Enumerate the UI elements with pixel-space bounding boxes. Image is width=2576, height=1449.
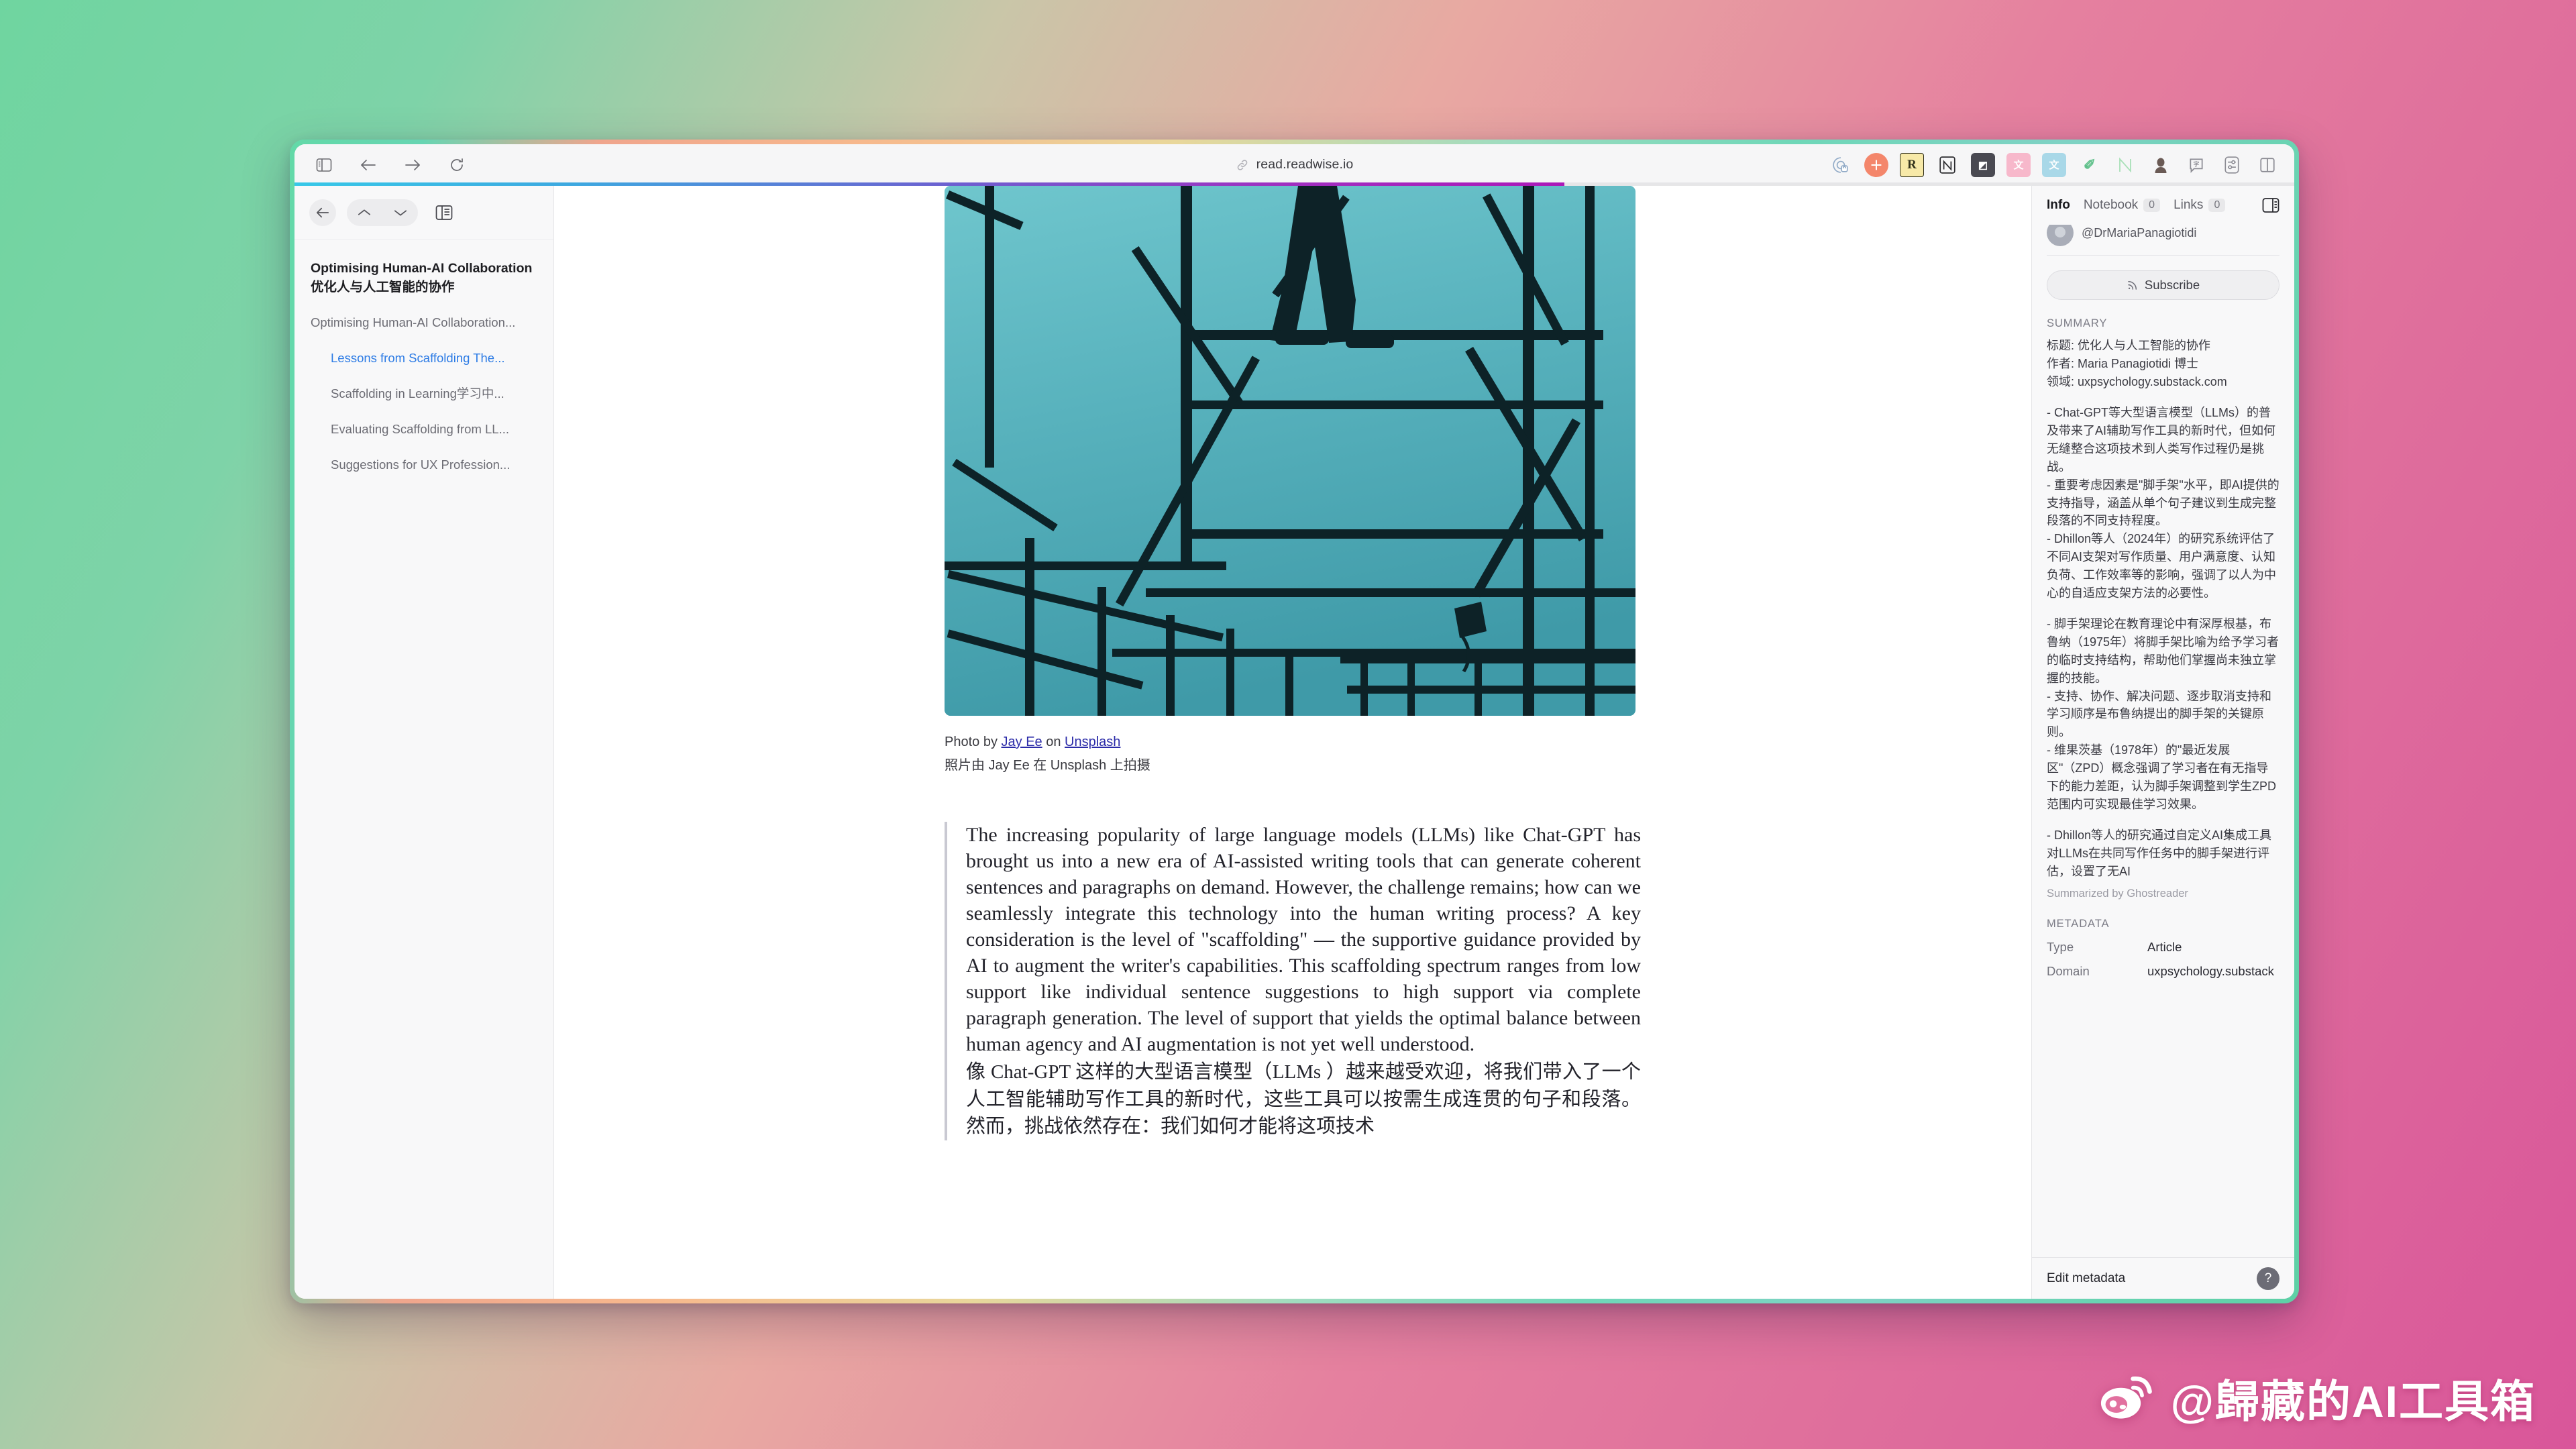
privacy-badger-icon[interactable] (1829, 153, 1853, 177)
sidebar-doc-title: Optimising Human-AI Collaboration 优化人与人工… (311, 260, 537, 297)
nimbus-extension-icon[interactable] (2113, 153, 2137, 177)
summary-section-label: SUMMARY (2047, 317, 2108, 329)
pink-translate-extension-icon[interactable]: 文 (2006, 152, 2031, 177)
url-text: read.readwise.io (1256, 157, 1354, 172)
tab-info-label: Info (2047, 198, 2070, 212)
weibo-logo-icon (2100, 1375, 2157, 1421)
image-caption: Photo by Jay Ee on Unsplash 照片由 Jay Ee 在… (945, 732, 1641, 776)
summary-paragraph-0: - Chat-GPT等大型语言模型（LLMs）的普及带来了AI辅助写作工具的新时… (2047, 406, 2279, 600)
caption-source-link[interactable]: Unsplash (1065, 735, 1120, 749)
caption-author-link[interactable]: Jay Ee (1002, 735, 1042, 749)
document-sidebar: Optimising Human-AI Collaboration 优化人与人工… (294, 186, 554, 1299)
toc-item-2[interactable]: Scaffolding in Learning学习中... (311, 385, 537, 402)
sidebar-doc-title-en: Optimising Human-AI Collaboration (311, 261, 533, 276)
profile-avatar-icon[interactable] (2149, 153, 2173, 177)
svg-text:字: 字 (2194, 160, 2200, 167)
table-of-contents: Optimising Human-AI Collaboration 优化人与人工… (294, 239, 553, 492)
orange-plus-extension-icon[interactable] (1864, 152, 1888, 177)
browser-window-inner: read.readwise.io R ◩ 文 文 ✐ 字 Optimising … (294, 144, 2294, 1299)
tab-notebook-label: Notebook (2083, 198, 2139, 212)
metadata-rows: Type Article Domain uxpsychology.substac… (2047, 940, 2279, 979)
tab-info[interactable]: Info (2047, 198, 2070, 213)
metadata-row-type: Type Article (2047, 940, 2279, 955)
sidebar-prev-next-buttons[interactable] (347, 199, 418, 226)
next-chevron-icon[interactable] (394, 208, 407, 217)
author-handle: @DrMariaPanagiotidi (2082, 225, 2197, 239)
info-panel-scroll[interactable]: @DrMariaPanagiotidi Subscribe SUMMARY 标题… (2032, 225, 2294, 1299)
settings-sliders-extension-icon[interactable] (2220, 153, 2244, 177)
metadata-value-type: Article (2147, 939, 2182, 954)
readwise-extension-icon[interactable]: R (1900, 152, 1924, 177)
comment-bubble-extension-icon[interactable]: 字 (2184, 153, 2208, 177)
weibo-watermark: @歸藏的AI工具箱 (2100, 1366, 2536, 1430)
toc-item-0[interactable]: Optimising Human-AI Collaboration... (311, 314, 537, 331)
notion-web-clipper-icon[interactable] (1935, 153, 1960, 177)
browser-nav-controls (294, 152, 470, 178)
back-arrow-icon[interactable] (355, 152, 382, 178)
toc-item-1[interactable]: Lessons from Scaffolding The... (311, 350, 537, 367)
app-body: Optimising Human-AI Collaboration 优化人与人工… (294, 186, 2294, 1299)
info-panel-footer: Edit metadata ? (2032, 1257, 2294, 1299)
browser-toolbar: read.readwise.io R ◩ 文 文 ✐ 字 (294, 144, 2294, 186)
rss-icon (2127, 279, 2139, 291)
metadata-key-domain: Domain (2047, 963, 2090, 978)
tab-notebook[interactable]: Notebook 0 (2083, 198, 2161, 213)
link-icon (1236, 158, 1249, 172)
article-paragraph-zh: 像 Chat-GPT 这样的大型语言模型（LLMs ）越来越受欢迎，将我们带入了… (966, 1061, 1641, 1138)
caption-zh: 照片由 Jay Ee 在 Unsplash 上拍摄 (945, 758, 1150, 773)
browser-window: read.readwise.io R ◩ 文 文 ✐ 字 Optimising … (290, 140, 2299, 1303)
sidebar-doc-title-zh: 优化人与人工智能的协作 (311, 279, 455, 294)
toc-item-3[interactable]: Evaluating Scaffolding from LL... (311, 421, 537, 438)
eagle-clip-extension-icon[interactable]: ◩ (1971, 152, 1995, 177)
info-panel-tabs: Info Notebook 0 Links 0 (2032, 186, 2294, 225)
avatar (2047, 225, 2074, 246)
summary-credit: Summarized by Ghostreader (2047, 887, 2188, 900)
reload-icon[interactable] (443, 152, 470, 178)
document-outline-icon[interactable] (435, 205, 453, 221)
tab-links-label: Links (2174, 198, 2204, 212)
sidebar-toolbar (294, 186, 553, 239)
metadata-value-domain: uxpsychology.substack (2147, 963, 2274, 978)
tab-links-count: 0 (2208, 199, 2226, 212)
watermark-text: @歸藏的AI工具箱 (2170, 1377, 2536, 1426)
caption-middle: on (1042, 735, 1065, 749)
subscribe-button[interactable]: Subscribe (2047, 270, 2279, 300)
immersive-translate-icon[interactable]: 文 (2042, 152, 2066, 177)
article-content: Photo by Jay Ee on Unsplash 照片由 Jay Ee 在… (945, 186, 1641, 1299)
author-row: @DrMariaPanagiotidi (2047, 225, 2279, 256)
prev-chevron-icon[interactable] (358, 208, 371, 217)
toc-item-4[interactable]: Suggestions for UX Profession... (311, 456, 537, 474)
sidebar-toggle-icon[interactable] (311, 152, 337, 178)
caption-prefix: Photo by (945, 735, 1002, 749)
help-button[interactable]: ? (2257, 1267, 2279, 1290)
hero-scaffolding-image (945, 186, 1635, 716)
reader-pane[interactable]: Photo by Jay Ee on Unsplash 照片由 Jay Ee 在… (554, 186, 2031, 1299)
info-panel-toggle-icon[interactable] (2262, 197, 2279, 213)
split-view-icon[interactable] (2255, 153, 2279, 177)
tab-notebook-count: 0 (2143, 199, 2161, 212)
metadata-key-type: Type (2047, 939, 2074, 954)
metadata-row-domain: Domain uxpsychology.substack (2047, 964, 2279, 979)
summary-head: 标题: 优化人与人工智能的协作 作者: Maria Panagiotidi 博士… (2047, 339, 2227, 388)
summary-paragraph-1: - 脚手架理论在教育理论中有深厚根基，布鲁纳（1975年）将脚手架比喻为给予学习… (2047, 617, 2279, 811)
green-pen-extension-icon[interactable]: ✐ (2078, 153, 2102, 177)
subscribe-label: Subscribe (2144, 278, 2200, 292)
sidebar-back-button[interactable] (309, 199, 336, 226)
info-panel: Info Notebook 0 Links 0 @DrMariaPanagiot… (2031, 186, 2294, 1299)
forward-arrow-icon[interactable] (399, 152, 426, 178)
address-bar-content: read.readwise.io (1236, 157, 1354, 172)
tab-links[interactable]: Links 0 (2174, 198, 2226, 213)
metadata-section-label: METADATA (2047, 917, 2110, 930)
article-paragraph-en: The increasing popularity of large langu… (966, 824, 1641, 1055)
edit-metadata-button[interactable]: Edit metadata (2047, 1271, 2125, 1286)
summary-paragraph-2: - Dhillon等人的研究通过自定义AI集成工具对LLMs在共同写作任务中的脚… (2047, 828, 2272, 878)
extension-toolbar: R ◩ 文 文 ✐ 字 (1829, 152, 2294, 177)
article-body: The increasing popularity of large langu… (945, 822, 1641, 1140)
